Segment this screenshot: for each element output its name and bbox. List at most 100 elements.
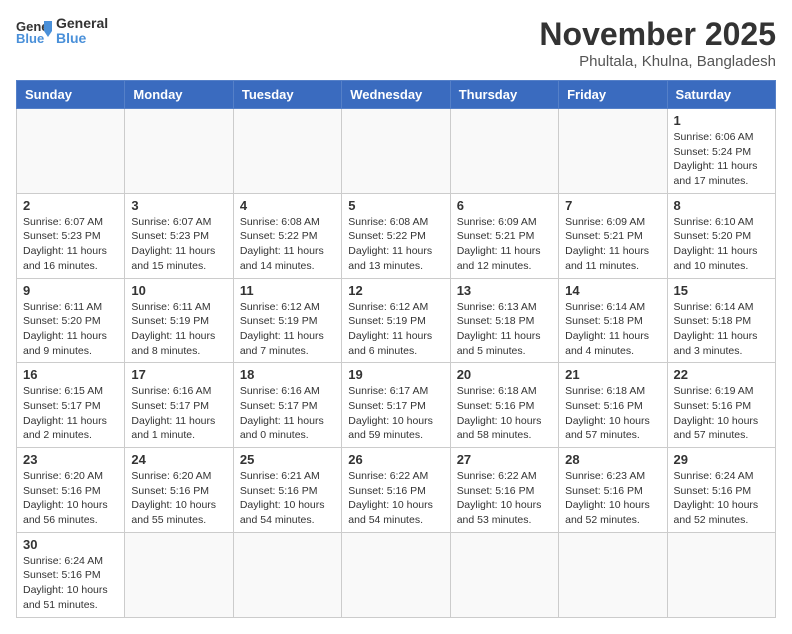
weekday-header-friday: Friday — [559, 81, 667, 109]
day-number: 22 — [674, 367, 769, 382]
day-cell: 24 Sunrise: 6:20 AM Sunset: 5:16 PM Dayli… — [125, 448, 233, 533]
day-cell: 29Sunrise: 6:24 AM Sunset: 5:16 PM Dayli… — [667, 448, 775, 533]
day-cell: 26 Sunrise: 6:22 AM Sunset: 5:16 PM Dayli… — [342, 448, 450, 533]
day-cell — [125, 532, 233, 617]
page-header: General Blue General Blue November 2025 … — [16, 16, 776, 70]
day-info: Sunrise: 6:07 AM Sunset: 5:23 PM Dayligh… — [131, 215, 226, 274]
day-cell — [559, 109, 667, 194]
week-row-2: 2 Sunrise: 6:07 AM Sunset: 5:23 PM Daylig… — [17, 193, 776, 278]
day-info: Sunrise: 6:18 AM Sunset: 5:16 PM Dayligh… — [565, 384, 660, 443]
day-cell: 1Sunrise: 6:06 AM Sunset: 5:24 PM Daylig… — [667, 109, 775, 194]
day-cell: 8 Sunrise: 6:10 AM Sunset: 5:20 PM Daylig… — [667, 193, 775, 278]
day-number: 15 — [674, 283, 769, 298]
day-info: Sunrise: 6:10 AM Sunset: 5:20 PM Dayligh… — [674, 215, 769, 274]
day-info: Sunrise: 6:08 AM Sunset: 5:22 PM Dayligh… — [240, 215, 335, 274]
day-info: Sunrise: 6:13 AM Sunset: 5:18 PM Dayligh… — [457, 300, 552, 359]
day-info: Sunrise: 6:11 AM Sunset: 5:19 PM Dayligh… — [131, 300, 226, 359]
day-number: 19 — [348, 367, 443, 382]
day-number: 20 — [457, 367, 552, 382]
day-number: 13 — [457, 283, 552, 298]
day-number: 4 — [240, 198, 335, 213]
day-cell: 7 Sunrise: 6:09 AM Sunset: 5:21 PM Daylig… — [559, 193, 667, 278]
day-info: Sunrise: 6:07 AM Sunset: 5:23 PM Dayligh… — [23, 215, 118, 274]
day-cell — [667, 532, 775, 617]
day-info: Sunrise: 6:09 AM Sunset: 5:21 PM Dayligh… — [457, 215, 552, 274]
day-cell: 17 Sunrise: 6:16 AM Sunset: 5:17 PM Dayli… — [125, 363, 233, 448]
day-cell — [342, 109, 450, 194]
month-title: November 2025 — [539, 16, 776, 53]
day-cell — [450, 532, 558, 617]
day-number: 24 — [131, 452, 226, 467]
day-number: 27 — [457, 452, 552, 467]
day-info: Sunrise: 6:14 AM Sunset: 5:18 PM Dayligh… — [565, 300, 660, 359]
weekday-header-monday: Monday — [125, 81, 233, 109]
day-number: 14 — [565, 283, 660, 298]
day-cell: 28Sunrise: 6:23 AM Sunset: 5:16 PM Dayli… — [559, 448, 667, 533]
day-info: Sunrise: 6:08 AM Sunset: 5:22 PM Dayligh… — [348, 215, 443, 274]
calendar: SundayMondayTuesdayWednesdayThursdayFrid… — [16, 80, 776, 618]
day-number: 7 — [565, 198, 660, 213]
day-number: 11 — [240, 283, 335, 298]
day-cell — [342, 532, 450, 617]
day-number: 26 — [348, 452, 443, 467]
day-cell — [233, 532, 341, 617]
title-block: November 2025 Phultala, Khulna, Banglade… — [539, 16, 776, 70]
day-info: Sunrise: 6:19 AM Sunset: 5:16 PM Dayligh… — [674, 384, 769, 443]
logo-icon: General Blue — [16, 17, 52, 45]
day-number: 29 — [674, 452, 769, 467]
weekday-header-row: SundayMondayTuesdayWednesdayThursdayFrid… — [17, 81, 776, 109]
day-info: Sunrise: 6:12 AM Sunset: 5:19 PM Dayligh… — [240, 300, 335, 359]
week-row-3: 9 Sunrise: 6:11 AM Sunset: 5:20 PM Daylig… — [17, 278, 776, 363]
day-info: Sunrise: 6:20 AM Sunset: 5:16 PM Dayligh… — [23, 469, 118, 528]
day-cell: 13 Sunrise: 6:13 AM Sunset: 5:18 PM Dayli… — [450, 278, 558, 363]
day-number: 30 — [23, 537, 118, 552]
day-info: Sunrise: 6:23 AM Sunset: 5:16 PM Dayligh… — [565, 469, 660, 528]
day-info: Sunrise: 6:16 AM Sunset: 5:17 PM Dayligh… — [240, 384, 335, 443]
day-info: Sunrise: 6:11 AM Sunset: 5:20 PM Dayligh… — [23, 300, 118, 359]
day-number: 17 — [131, 367, 226, 382]
day-cell: 6 Sunrise: 6:09 AM Sunset: 5:21 PM Daylig… — [450, 193, 558, 278]
day-info: Sunrise: 6:15 AM Sunset: 5:17 PM Dayligh… — [23, 384, 118, 443]
day-cell: 3Sunrise: 6:07 AM Sunset: 5:23 PM Daylig… — [125, 193, 233, 278]
day-info: Sunrise: 6:16 AM Sunset: 5:17 PM Dayligh… — [131, 384, 226, 443]
day-cell: 19Sunrise: 6:17 AM Sunset: 5:17 PM Dayli… — [342, 363, 450, 448]
day-cell — [17, 109, 125, 194]
day-number: 16 — [23, 367, 118, 382]
day-cell: 9 Sunrise: 6:11 AM Sunset: 5:20 PM Daylig… — [17, 278, 125, 363]
day-info: Sunrise: 6:22 AM Sunset: 5:16 PM Dayligh… — [348, 469, 443, 528]
day-number: 2 — [23, 198, 118, 213]
day-number: 10 — [131, 283, 226, 298]
weekday-header-sunday: Sunday — [17, 81, 125, 109]
day-cell — [125, 109, 233, 194]
day-cell: 5Sunrise: 6:08 AM Sunset: 5:22 PM Daylig… — [342, 193, 450, 278]
day-cell: 23Sunrise: 6:20 AM Sunset: 5:16 PM Dayli… — [17, 448, 125, 533]
day-cell: 25 Sunrise: 6:21 AM Sunset: 5:16 PM Dayli… — [233, 448, 341, 533]
day-number: 21 — [565, 367, 660, 382]
logo-blue: Blue — [56, 31, 108, 46]
day-cell — [559, 532, 667, 617]
day-number: 25 — [240, 452, 335, 467]
day-number: 9 — [23, 283, 118, 298]
day-info: Sunrise: 6:20 AM Sunset: 5:16 PM Dayligh… — [131, 469, 226, 528]
day-cell: 18Sunrise: 6:16 AM Sunset: 5:17 PM Dayli… — [233, 363, 341, 448]
week-row-4: 16 Sunrise: 6:15 AM Sunset: 5:17 PM Dayli… — [17, 363, 776, 448]
day-info: Sunrise: 6:09 AM Sunset: 5:21 PM Dayligh… — [565, 215, 660, 274]
day-cell: 15 Sunrise: 6:14 AM Sunset: 5:18 PM Dayli… — [667, 278, 775, 363]
day-cell: 12Sunrise: 6:12 AM Sunset: 5:19 PM Dayli… — [342, 278, 450, 363]
weekday-header-saturday: Saturday — [667, 81, 775, 109]
week-row-6: 30Sunrise: 6:24 AM Sunset: 5:16 PM Dayli… — [17, 532, 776, 617]
day-number: 6 — [457, 198, 552, 213]
weekday-header-thursday: Thursday — [450, 81, 558, 109]
day-number: 8 — [674, 198, 769, 213]
day-cell: 4 Sunrise: 6:08 AM Sunset: 5:22 PM Daylig… — [233, 193, 341, 278]
day-info: Sunrise: 6:21 AM Sunset: 5:16 PM Dayligh… — [240, 469, 335, 528]
logo-general: General — [56, 16, 108, 31]
day-info: Sunrise: 6:14 AM Sunset: 5:18 PM Dayligh… — [674, 300, 769, 359]
day-cell: 21 Sunrise: 6:18 AM Sunset: 5:16 PM Dayli… — [559, 363, 667, 448]
day-number: 12 — [348, 283, 443, 298]
week-row-5: 23Sunrise: 6:20 AM Sunset: 5:16 PM Dayli… — [17, 448, 776, 533]
weekday-header-tuesday: Tuesday — [233, 81, 341, 109]
location: Phultala, Khulna, Bangladesh — [539, 53, 776, 70]
day-cell: 20Sunrise: 6:18 AM Sunset: 5:16 PM Dayli… — [450, 363, 558, 448]
day-cell: 2 Sunrise: 6:07 AM Sunset: 5:23 PM Daylig… — [17, 193, 125, 278]
